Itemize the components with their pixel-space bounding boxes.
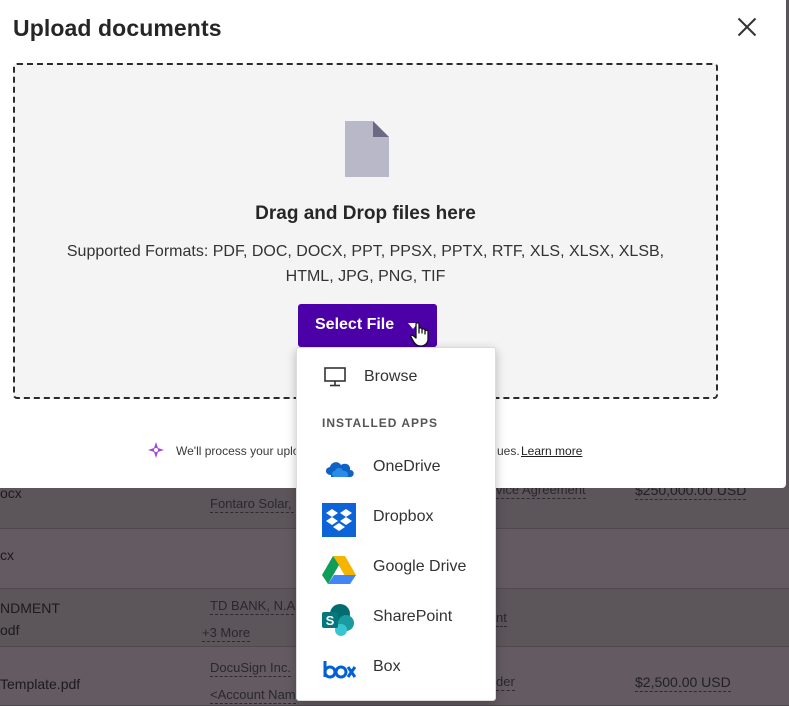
box-label: Box (373, 658, 401, 675)
sharepoint-icon: S (322, 604, 354, 636)
supported-formats: Supported Formats: PDF, DOC, DOCX, PPT, … (55, 239, 676, 289)
google-drive-icon (322, 556, 356, 584)
svg-text:S: S (326, 613, 335, 628)
hand-cursor-icon (410, 322, 429, 347)
box-icon (323, 661, 356, 679)
menu-item-sharepoint[interactable]: S SharePoint (297, 592, 495, 642)
browse-label: Browse (364, 368, 418, 385)
dropbox-label: Dropbox (373, 508, 434, 525)
sharepoint-label: SharePoint (373, 608, 453, 625)
google-drive-label: Google Drive (373, 558, 467, 575)
menu-item-onedrive[interactable]: OneDrive (297, 442, 495, 492)
row-name: cx (0, 547, 14, 563)
row-party-2: <Account Nam (210, 687, 296, 704)
drop-title: Drag and Drop files here (255, 203, 476, 224)
file-icon (345, 121, 389, 177)
learn-more-link[interactable]: Learn more (521, 444, 582, 458)
notice (148, 442, 172, 458)
menu-item-browse[interactable]: Browse (297, 351, 495, 401)
onedrive-label: OneDrive (373, 458, 441, 475)
select-file-menu: Browse INSTALLED APPS OneDrive Dropbox G… (296, 347, 496, 701)
modal-title: Upload documents (13, 15, 222, 41)
row-party: DocuSign Inc. (210, 660, 291, 677)
formats-line-1: Supported Formats: PDF, DOC, DOCX, PPT, … (66, 243, 665, 260)
monitor-icon (324, 367, 346, 387)
row-amount: $2,500.00 USD (635, 674, 731, 692)
row-type: nt (496, 610, 507, 627)
row-name-line2: odf (0, 622, 20, 638)
menu-item-box[interactable]: Box (297, 642, 495, 692)
ai-sparkle-icon (148, 442, 164, 458)
row-more-link: +3 More (202, 625, 251, 642)
select-file-label: Select File (315, 316, 395, 333)
close-button[interactable] (734, 14, 760, 40)
onedrive-icon (325, 462, 354, 477)
dropbox-icon (322, 503, 356, 537)
notice-text: We'll process your uplo (176, 444, 300, 458)
notice-text-end: ues. (497, 444, 520, 458)
installed-apps-heading: INSTALLED APPS (322, 416, 439, 430)
formats-line-2: HTML, JPG, PNG, TIF (285, 268, 446, 285)
row-party: Fontaro Solar, I (210, 496, 299, 513)
row-name: Template.pdf (0, 676, 81, 692)
menu-item-dropbox[interactable]: Dropbox (297, 492, 495, 542)
menu-item-google-drive[interactable]: Google Drive (297, 542, 495, 592)
row-type: der (496, 674, 515, 691)
row-party: TD BANK, N.A. (210, 598, 299, 615)
row-name-line1: NDMENT (0, 600, 60, 616)
